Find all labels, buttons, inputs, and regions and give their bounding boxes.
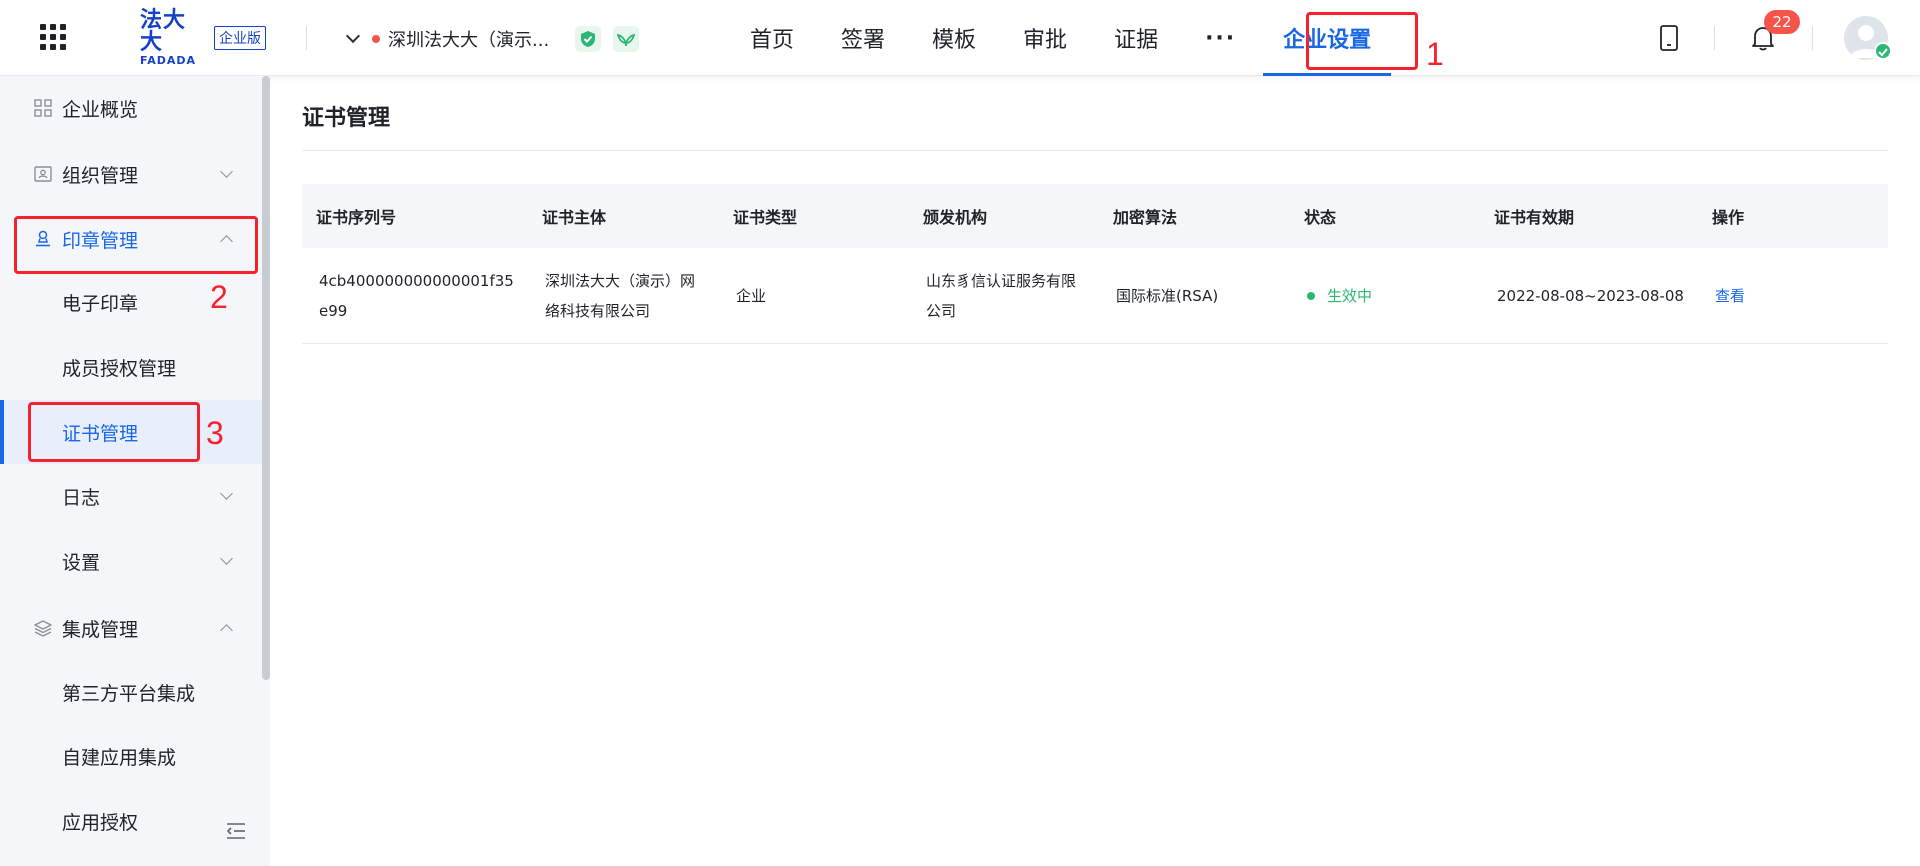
sidebar-item-custom-app-integration[interactable]: 自建应用集成	[0, 724, 262, 788]
apps-grid-icon[interactable]	[40, 24, 66, 50]
cell-actions: 查看	[1715, 248, 1815, 344]
sidebar-item-seal-management[interactable]: 印章管理	[0, 207, 262, 271]
column-header-algorithm: 加密算法	[1113, 208, 1178, 227]
seal-stamp-icon	[36, 230, 50, 247]
cell-status: 生效中	[1307, 248, 1477, 344]
header-divider	[1812, 26, 1813, 50]
mobile-device-icon[interactable]	[1653, 22, 1685, 54]
column-header-type: 证书类型	[733, 208, 798, 227]
brand-logo[interactable]: 法大大 FADADA 企业版	[140, 10, 266, 67]
sidebar-item-label: 组织管理	[62, 164, 139, 187]
nav-enterprise-settings[interactable]: 企业设置	[1263, 0, 1392, 76]
table-header: 证书序列号 证书主体 证书类型 颁发机构 加密算法 状态 证书有效期 操作	[302, 184, 1888, 248]
chevron-down-icon	[220, 486, 233, 500]
sidebar-item-label: 印章管理	[62, 229, 139, 252]
cell-algorithm: 国际标准(RSA)	[1116, 287, 1219, 305]
sidebar-item-app-authorization[interactable]: 应用授权	[0, 789, 262, 853]
sidebar-item-label: 应用授权	[62, 811, 139, 834]
chevron-up-icon	[220, 623, 233, 637]
sidebar-item-label: 自建应用集成	[62, 746, 177, 769]
sidebar-item-settings[interactable]: 设置	[0, 529, 262, 593]
sidebar-item-label: 证书管理	[62, 422, 139, 445]
nav-more[interactable]: ···	[1185, 0, 1256, 76]
chevron-down-icon	[220, 164, 233, 178]
cell-subject: 深圳法大大（演示）网络科技有限公司	[545, 248, 695, 344]
company-switcher[interactable]: 深圳法大大（演示...	[344, 24, 640, 54]
sidebar-item-label: 企业概览	[62, 98, 139, 121]
layers-icon	[34, 620, 52, 637]
nav-sign[interactable]: 签署	[821, 0, 905, 76]
chevron-up-icon	[220, 234, 233, 248]
contact-card-icon	[34, 166, 52, 182]
status-dot	[1307, 292, 1315, 300]
nav-approval[interactable]: 审批	[1003, 0, 1087, 76]
sidebar-item-integration[interactable]: 集成管理	[0, 596, 262, 660]
cell-subject-text: 深圳法大大（演示）网络科技有限公司	[545, 272, 696, 320]
view-link[interactable]: 查看	[1715, 281, 1745, 311]
nav-templates[interactable]: 模板	[912, 0, 996, 76]
sidebar-item-label: 设置	[62, 551, 101, 574]
divider	[302, 150, 1888, 151]
cell-validity: 2022-08-08~2023-08-08	[1497, 287, 1684, 305]
cell-issuer-text: 山东豸信认证服务有限公司	[926, 272, 1077, 320]
company-name: 深圳法大大（演示...	[388, 30, 550, 51]
main-nav: 首页 签署 模板 审批 证据 ··· 企业设置	[730, 0, 1398, 76]
sidebar-item-label: 成员授权管理	[62, 357, 177, 380]
verified-check-icon	[1874, 42, 1892, 60]
sidebar-item-label: 第三方平台集成	[62, 682, 196, 705]
column-header-status: 状态	[1304, 208, 1337, 227]
header-divider	[1714, 26, 1715, 50]
logo-english: FADADA	[140, 54, 197, 67]
column-header-issuer: 颁发机构	[923, 208, 988, 227]
sidebar-item-third-party-integration[interactable]: 第三方平台集成	[0, 660, 262, 724]
cell-serial: 4cb400000000000001f35e99	[319, 248, 519, 344]
header-divider	[306, 26, 307, 50]
collapse-sidebar-icon[interactable]	[226, 822, 246, 840]
logo-chinese: 法大大	[140, 8, 187, 55]
cell-type: 企业	[736, 287, 767, 305]
column-header-serial: 证书序列号	[316, 208, 397, 227]
annotation-number-1: 1	[1426, 36, 1444, 72]
nav-evidence[interactable]: 证据	[1094, 0, 1178, 76]
annotation-number-3: 3	[206, 415, 224, 451]
nav-home[interactable]: 首页	[730, 0, 814, 76]
notification-badge: 22	[1764, 10, 1800, 34]
sidebar-item-label: 电子印章	[62, 292, 139, 315]
sidebar-item-member-authorization[interactable]: 成员授权管理	[0, 335, 262, 399]
annotation-number-2: 2	[210, 279, 228, 315]
table-row: 4cb400000000000001f35e99 深圳法大大（演示）网络科技有限…	[302, 248, 1888, 344]
verified-shield-icon[interactable]	[575, 26, 602, 52]
eco-leaf-icon[interactable]	[613, 26, 640, 52]
cell-serial-text: 4cb400000000000001f35e99	[319, 272, 514, 320]
sidebar-item-label: 日志	[62, 486, 101, 509]
edition-badge: 企业版	[214, 26, 266, 50]
sidebar-item-label: 集成管理	[62, 618, 139, 641]
status-dot	[372, 35, 380, 43]
page-title: 证书管理	[302, 106, 391, 131]
cell-issuer: 山东豸信认证服务有限公司	[926, 248, 1076, 344]
column-header-actions: 操作	[1712, 208, 1745, 227]
sidebar-item-logs[interactable]: 日志	[0, 464, 262, 528]
logo-mark: 法大大 FADADA	[140, 10, 206, 67]
sidebar-item-overview[interactable]: 企业概览	[0, 76, 262, 140]
column-header-validity: 证书有效期	[1494, 208, 1575, 227]
dashboard-icon	[34, 99, 52, 117]
chevron-down-icon	[345, 28, 361, 44]
column-header-subject: 证书主体	[542, 208, 607, 227]
status-badge: 生效中	[1327, 287, 1373, 305]
sidebar-item-organization[interactable]: 组织管理	[0, 142, 262, 206]
sidebar-scrollbar[interactable]	[262, 76, 270, 680]
chevron-down-icon	[220, 551, 233, 565]
